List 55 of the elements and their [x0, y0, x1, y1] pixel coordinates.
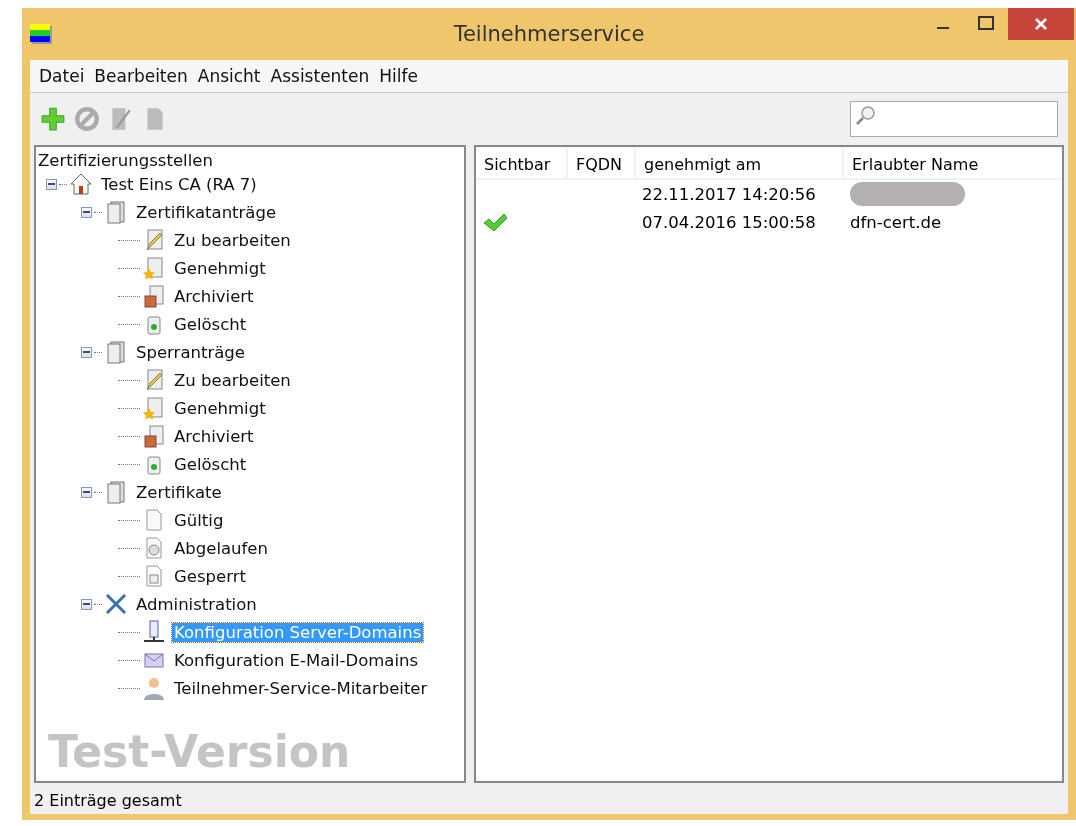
menu-item[interactable]: Assistenten	[267, 64, 373, 88]
box-document-icon	[142, 424, 166, 448]
tree-item[interactable]: Zu bearbeiten	[172, 230, 293, 250]
collapse-toggle[interactable]	[81, 206, 92, 218]
box-document-icon	[142, 284, 166, 308]
person-icon	[142, 676, 166, 700]
menu-item[interactable]: Hilfe	[376, 64, 421, 88]
tree-item[interactable]: Genehmigt	[172, 258, 268, 278]
server-icon	[142, 620, 166, 644]
tree-item[interactable]: Zu bearbeiten	[172, 370, 293, 390]
app-icon	[30, 24, 52, 44]
document-stack-icon	[104, 340, 128, 364]
tree-item[interactable]: Gelöscht	[172, 454, 249, 474]
tree-item[interactable]: Zertifikatanträge	[134, 202, 279, 222]
tree-item[interactable]: Gültig	[172, 510, 226, 530]
document-stack-icon	[104, 480, 128, 504]
column-header[interactable]: Sichtbar	[476, 147, 568, 180]
tree-heading: Zertifizierungsstellen	[38, 151, 214, 170]
tree-item[interactable]: Abgelaufen	[172, 538, 270, 558]
search-icon	[855, 104, 877, 126]
tree-item[interactable]: Archiviert	[172, 286, 256, 306]
menu-item[interactable]: Ansicht	[194, 64, 264, 88]
collapse-toggle[interactable]	[81, 598, 92, 610]
window-title: Teilnehmerservice	[452, 22, 646, 46]
menu-item[interactable]: Datei	[36, 64, 88, 88]
star-document-icon	[142, 396, 166, 420]
house-icon	[69, 172, 93, 196]
watermark-text: Test-Version	[47, 726, 352, 777]
close-button[interactable]	[1008, 8, 1074, 40]
column-header[interactable]: Erlaubter Name	[844, 147, 1062, 180]
tree-item[interactable]: Genehmigt	[172, 398, 268, 418]
table-cell-text: 22.11.2017 14:20:56	[641, 183, 817, 206]
document-stack-icon	[104, 200, 128, 224]
tree-item[interactable]: Archiviert	[172, 426, 256, 446]
tree-item[interactable]: Test Eins CA (RA 7)	[99, 174, 259, 194]
collapse-toggle[interactable]	[81, 486, 92, 498]
tree-item[interactable]: Gelöscht	[172, 314, 249, 334]
tree-item[interactable]: Administration	[134, 594, 259, 614]
collapse-toggle[interactable]	[46, 178, 57, 190]
tree-item[interactable]: Zertifikate	[134, 482, 224, 502]
tree-item[interactable]: Teilnehmer-Service-Mitarbeiter	[172, 678, 430, 698]
table-cell-text: 07.04.2016 15:00:58	[641, 211, 817, 234]
search-field[interactable]	[850, 101, 1058, 137]
close-icon[interactable]	[1034, 17, 1048, 31]
maximize-icon[interactable]	[978, 16, 994, 32]
column-header[interactable]: genehmigt am	[636, 147, 844, 180]
status-text: 2 Einträge gesamt	[33, 790, 183, 812]
tree-item[interactable]: Gesperrt	[172, 566, 248, 586]
column-header[interactable]: FQDN	[568, 147, 636, 180]
tree-item[interactable]: Konfiguration E-Mail-Domains	[172, 650, 421, 670]
collapse-toggle[interactable]	[81, 346, 92, 358]
tree-item[interactable]: Sperranträge	[134, 342, 247, 362]
table-cell: dfn-cert.de	[850, 212, 942, 232]
menu-item[interactable]: Bearbeiten	[91, 64, 191, 88]
star-document-icon	[142, 256, 166, 280]
